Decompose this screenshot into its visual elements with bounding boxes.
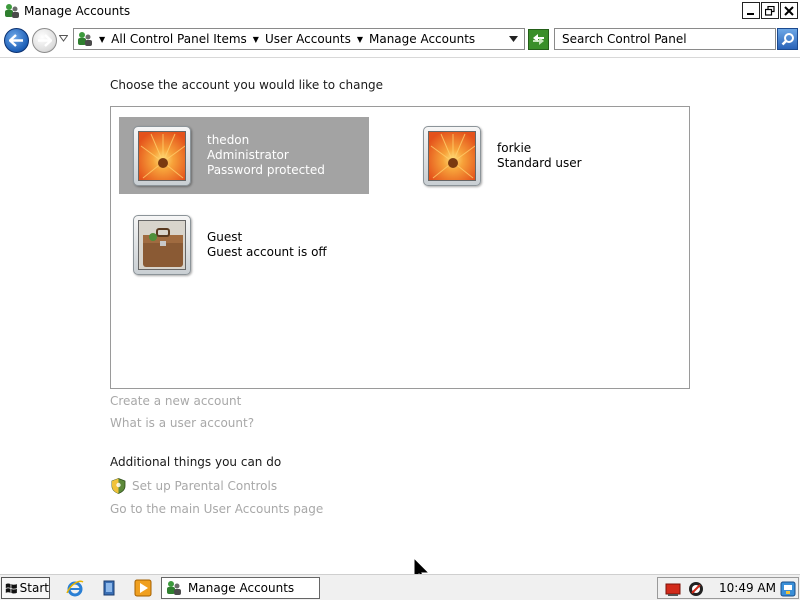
recent-pages-chevron-down-icon[interactable] xyxy=(59,35,68,42)
start-button[interactable]: Start xyxy=(1,577,50,599)
forward-button[interactable] xyxy=(32,28,57,53)
minimize-icon xyxy=(747,12,754,15)
forward-arrow-icon xyxy=(38,34,52,47)
window-title: Manage Accounts xyxy=(24,4,131,18)
user-accounts-icon xyxy=(5,4,19,18)
avatar xyxy=(133,125,191,186)
flower-picture-icon xyxy=(428,131,476,181)
account-type: Guest account is off xyxy=(207,245,327,259)
account-name: Guest xyxy=(207,230,243,244)
breadcrumb-all-control-panel-items[interactable]: All Control Panel Items xyxy=(111,32,247,46)
back-button[interactable] xyxy=(4,28,29,53)
page-heading: Choose the account you would like to cha… xyxy=(110,78,384,92)
create-account-link[interactable]: Create a new account xyxy=(110,394,241,408)
user-accounts-icon xyxy=(167,581,181,595)
account-status: Password protected xyxy=(207,163,325,177)
parental-controls-link[interactable]: Set up Parental Controls xyxy=(132,479,277,493)
search-input[interactable]: Search Control Panel xyxy=(554,28,776,50)
account-tile-thedon[interactable]: thedon Administrator Password protected xyxy=(119,117,369,194)
restore-button[interactable] xyxy=(761,2,779,19)
navigation-bar: ▼ All Control Panel Items ▼ User Account… xyxy=(0,22,800,58)
what-is-account-link[interactable]: What is a user account? xyxy=(110,416,254,430)
internet-explorer-icon[interactable] xyxy=(66,579,84,597)
avatar xyxy=(423,126,481,186)
account-name: thedon xyxy=(207,133,250,147)
control-panel-icon xyxy=(78,32,92,46)
title-bar: Manage Accounts xyxy=(0,0,800,22)
account-tile-guest[interactable]: Guest Guest account is off xyxy=(133,213,383,277)
taskbar-item-manage-accounts[interactable]: Manage Accounts xyxy=(161,577,320,599)
clock[interactable]: 10:49 AM xyxy=(719,581,776,595)
address-dropdown-chevron-down-icon[interactable] xyxy=(509,36,518,42)
window-controls xyxy=(742,2,798,19)
breadcrumb-user-accounts[interactable]: User Accounts xyxy=(265,32,351,46)
system-tray: 10:49 AM xyxy=(657,577,799,599)
breadcrumb-chevron-icon[interactable]: ▼ xyxy=(357,35,363,44)
search-icon xyxy=(781,33,794,46)
security-alert-icon[interactable] xyxy=(665,581,681,597)
main-user-accounts-link[interactable]: Go to the main User Accounts page xyxy=(110,502,323,516)
back-arrow-icon xyxy=(9,34,23,47)
minimize-button[interactable] xyxy=(742,2,760,19)
show-desktop-icon[interactable] xyxy=(100,579,118,597)
breadcrumb-manage-accounts[interactable]: Manage Accounts xyxy=(369,32,475,46)
refresh-icon xyxy=(533,34,544,45)
briefcase-picture-icon xyxy=(138,220,186,270)
taskbar-item-label: Manage Accounts xyxy=(188,581,295,595)
refresh-button[interactable] xyxy=(528,29,549,50)
close-button[interactable] xyxy=(780,2,798,19)
address-bar[interactable]: ▼ All Control Panel Items ▼ User Account… xyxy=(73,28,525,50)
avatar xyxy=(133,215,191,275)
taskbar: Start Manage Accounts 10:49 AM xyxy=(0,574,800,600)
accounts-panel: thedon Administrator Password protected xyxy=(110,106,690,389)
account-type: Standard user xyxy=(497,156,582,170)
media-player-icon[interactable] xyxy=(134,579,152,597)
flower-picture-icon xyxy=(138,130,186,181)
account-name: forkie xyxy=(497,141,532,155)
close-icon xyxy=(784,5,794,16)
parental-controls-shield-icon xyxy=(111,478,126,494)
volume-icon[interactable] xyxy=(688,581,704,597)
windows-logo-icon xyxy=(5,583,17,593)
account-type: Administrator xyxy=(207,148,289,162)
account-tile-forkie[interactable]: forkie Standard user xyxy=(423,124,673,188)
additional-heading: Additional things you can do xyxy=(110,455,282,469)
network-icon[interactable] xyxy=(780,581,796,597)
breadcrumb-chevron-icon[interactable]: ▼ xyxy=(253,35,259,44)
search-button[interactable] xyxy=(777,28,798,50)
start-label: Start xyxy=(19,581,49,595)
breadcrumb-chevron-icon[interactable]: ▼ xyxy=(99,35,105,44)
restore-icon xyxy=(765,5,775,16)
